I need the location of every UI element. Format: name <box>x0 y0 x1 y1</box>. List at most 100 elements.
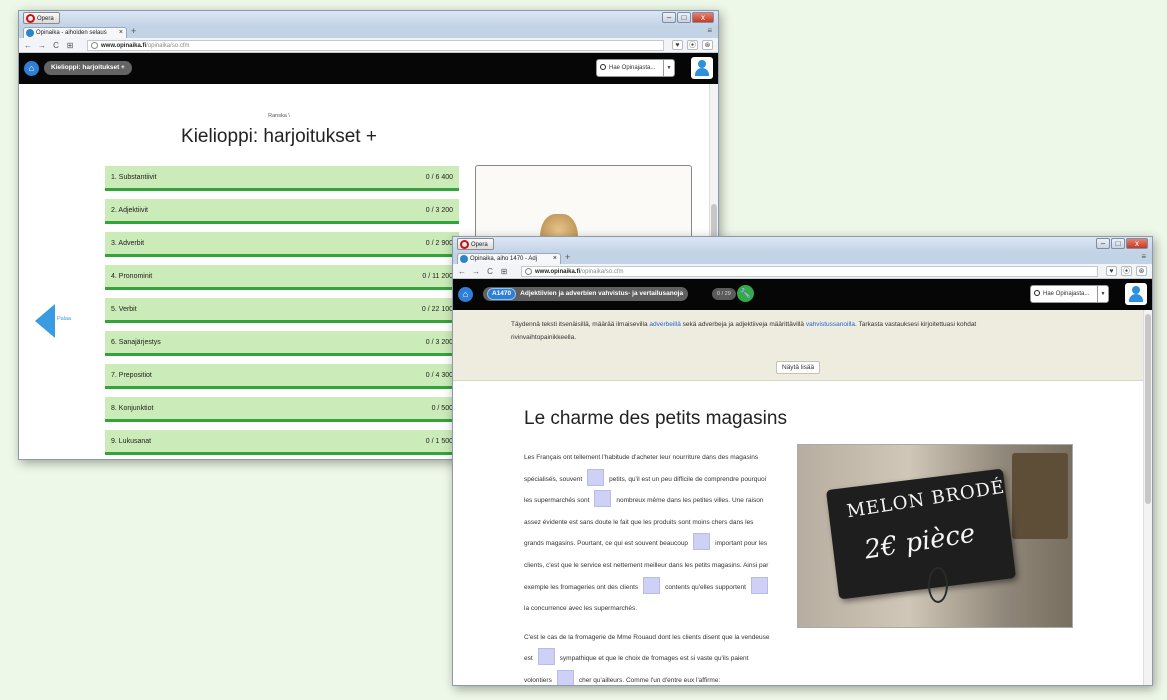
reload-icon[interactable]: C <box>486 267 494 276</box>
download-icon[interactable]: ⦿ <box>1121 266 1132 276</box>
opera-logo-icon <box>26 14 35 23</box>
browser-tab[interactable]: Opinaika - aihoiden selaus × <box>23 27 127 38</box>
search-dropdown-icon[interactable]: ▼ <box>1097 286 1108 302</box>
answer-gap[interactable] <box>537 648 555 666</box>
topic-progress: 0 / 500 <box>431 404 453 412</box>
topic-progress: 0 / 11 200 <box>422 272 453 280</box>
close-window-button[interactable]: x <box>1126 238 1148 249</box>
topic-row[interactable]: 9. Lukusanat 0 / 1 500 <box>105 430 459 455</box>
article-text: Les Français ont tellement l'habitude d'… <box>524 447 774 685</box>
answer-gap[interactable] <box>587 468 605 486</box>
show-more-button[interactable]: Näytä lisää <box>776 361 821 374</box>
scrollbar-thumb[interactable] <box>1145 314 1151 504</box>
download-icon[interactable]: ⦿ <box>687 40 698 50</box>
forward-nav-icon[interactable]: → <box>472 267 480 276</box>
tab-close-icon[interactable]: × <box>119 28 123 38</box>
back-arrow-icon <box>35 304 55 338</box>
paragraph-2: C'est le cas de la fromagerie de Mme Rou… <box>524 627 774 685</box>
heart-icon[interactable]: ♥ <box>1106 266 1117 276</box>
heart-icon[interactable]: ♥ <box>672 40 683 50</box>
topic-name: 3. Adverbit <box>111 239 145 247</box>
minimize-button[interactable]: – <box>1096 238 1110 249</box>
topic-name: 9. Lukusanat <box>111 437 152 445</box>
back-nav-icon[interactable]: ← <box>24 41 32 50</box>
topic-progress: 0 / 3 200 <box>425 338 453 346</box>
topic-progress: 0 / 3 200 <box>425 206 453 214</box>
home-icon[interactable]: ⌂ <box>458 287 473 302</box>
topic-name: 6. Sanajärjestys <box>111 338 161 346</box>
progress-counter: 0 / 29 <box>712 288 736 300</box>
intensifiers-link[interactable]: vahvistussanoilla <box>806 321 855 328</box>
topic-row[interactable]: 3. Adverbit 0 / 2 900 <box>105 232 459 257</box>
page-title: Kielioppi: harjoitukset + <box>181 126 377 147</box>
favicon-icon <box>460 255 468 263</box>
new-tab-button[interactable]: + <box>565 252 570 263</box>
opera-logo-icon <box>460 240 469 249</box>
speed-dial-icon[interactable]: ⊞ <box>500 267 508 276</box>
url-field[interactable]: www.opinaika.fi/opinaika/so.cfm <box>521 266 1098 277</box>
topic-row[interactable]: 6. Sanajärjestys 0 / 3 200 <box>105 331 459 356</box>
tab-bar: Opinaika, aiho 1470 - Adj × + ≡ <box>453 252 1152 264</box>
speed-dial-icon[interactable]: ⊞ <box>66 41 74 50</box>
exercise-title-badge[interactable]: A1470 Adjektiivien ja adverbien vahvistus… <box>483 287 689 301</box>
topic-row[interactable]: 7. Prepositiot 0 / 4 300 <box>105 364 459 389</box>
avatar[interactable] <box>1125 283 1147 305</box>
user-head-icon <box>698 60 706 68</box>
app-header: ⌂ Kielioppi: harjoitukset + Hae Opinajas… <box>19 53 718 84</box>
topic-name: 2. Adjektiivit <box>111 206 148 214</box>
breadcrumb-button[interactable]: Kielioppi: harjoitukset + <box>44 61 132 75</box>
search-input[interactable]: Hae Opinajasta... ▼ <box>1030 285 1109 303</box>
instructions-text: Täydennä teksti itsenäisillä, määrää ilm… <box>511 318 1031 344</box>
maximize-button[interactable]: □ <box>677 12 691 23</box>
opera-label: Opera <box>471 242 488 248</box>
topic-row[interactable]: 4. Pronominit 0 / 11 200 <box>105 265 459 290</box>
search-dropdown-icon[interactable]: ▼ <box>663 60 674 76</box>
wrench-icon[interactable]: 🔧 <box>737 285 754 302</box>
address-bar: ← → C ⊞ www.opinaika.fi/opinaika/so.cfm … <box>19 38 718 53</box>
tab-menu-icon[interactable]: ≡ <box>707 26 712 35</box>
scrollbar[interactable] <box>1143 310 1152 685</box>
close-window-button[interactable]: x <box>692 12 714 23</box>
globe-icon <box>525 268 532 275</box>
topic-name: 4. Pronominit <box>111 272 153 280</box>
opera-menu-button[interactable]: Opera <box>457 238 494 250</box>
avatar[interactable] <box>691 57 713 79</box>
topic-progress: 0 / 1 500 <box>425 437 453 445</box>
tab-title: Opinaika - aihoiden selaus <box>36 30 107 36</box>
minimize-button[interactable]: – <box>662 12 676 23</box>
user-head-icon <box>1132 286 1140 294</box>
answer-gap[interactable] <box>750 576 768 594</box>
topic-row[interactable]: 8. Konjunktiot 0 / 500 <box>105 397 459 422</box>
adverbs-link[interactable]: adverbeillä <box>649 321 680 328</box>
home-icon[interactable]: ⌂ <box>24 61 39 76</box>
reload-icon[interactable]: C <box>52 41 60 50</box>
sign-hook <box>928 567 948 603</box>
search-input[interactable]: Hae Opinajasta... ▼ <box>596 59 675 77</box>
browser-tab[interactable]: Opinaika, aiho 1470 - Adj × <box>457 253 561 264</box>
topic-list: 1. Substantiivit 0 / 6 400 2. Adjektiivit 0… <box>105 166 459 459</box>
account-icon[interactable]: ⊛ <box>1136 266 1147 276</box>
answer-gap[interactable] <box>556 669 574 685</box>
topic-progress: 0 / 6 400 <box>425 173 453 181</box>
text-segment: cher qu'ailleurs. Comme l'un d'entre eux… <box>578 676 721 684</box>
url-field[interactable]: www.opinaika.fi/opinaika/so.cfm <box>87 40 664 51</box>
topic-row[interactable]: 1. Substantiivit 0 / 6 400 <box>105 166 459 191</box>
url-host: www.opinaika.fi <box>101 43 147 49</box>
sub-breadcrumb[interactable]: Ranska \ <box>19 113 539 119</box>
answer-gap[interactable] <box>643 576 661 594</box>
answer-gap[interactable] <box>594 490 612 508</box>
back-nav-icon[interactable]: ← <box>458 267 466 276</box>
account-icon[interactable]: ⊛ <box>702 40 713 50</box>
back-button[interactable]: Palaa <box>35 304 71 338</box>
tab-menu-icon[interactable]: ≡ <box>1141 252 1146 261</box>
forward-nav-icon[interactable]: → <box>38 41 46 50</box>
topic-row[interactable]: 2. Adjektiivit 0 / 3 200 <box>105 199 459 224</box>
topic-row[interactable]: 5. Verbit 0 / 22 100 <box>105 298 459 323</box>
opera-menu-button[interactable]: Opera <box>23 12 60 24</box>
answer-gap[interactable] <box>693 533 711 551</box>
tab-close-icon[interactable]: × <box>553 254 557 264</box>
browser-window-exercise: Opera – □ x Opinaika, aiho 1470 - Adj × +… <box>452 236 1153 686</box>
new-tab-button[interactable]: + <box>131 26 136 37</box>
maximize-button[interactable]: □ <box>1111 238 1125 249</box>
tab-bar: Opinaika - aihoiden selaus × + ≡ <box>19 26 718 38</box>
